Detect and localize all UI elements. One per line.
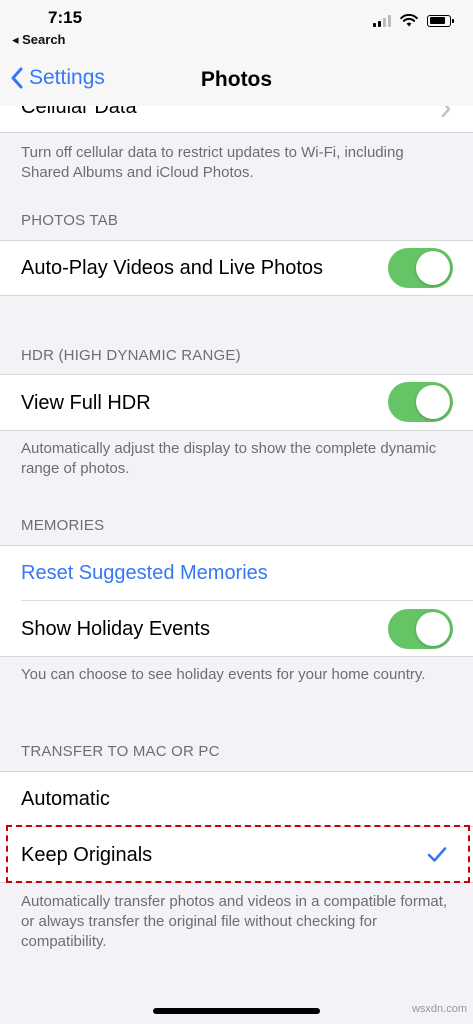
transfer-footer: Automatically transfer photos and videos… [21,893,448,950]
divider [0,430,473,431]
transfer-automatic-row[interactable]: Automatic [0,771,473,827]
watermark: wsxdn.com [411,1003,467,1015]
page-title: Photos [200,68,273,91]
status-icons [373,14,454,27]
view-full-hdr-label: View Full HDR [21,392,151,414]
signal-icon [373,14,391,27]
automatic-option-label: Automatic [21,788,110,810]
wifi-icon [400,14,418,27]
view-full-hdr-row: View Full HDR [0,374,473,431]
divider [0,132,473,133]
view-full-hdr-toggle[interactable] [388,382,453,422]
keep-originals-option-label: Keep Originals [21,844,153,866]
holiday-events-row: Show Holiday Events [0,601,473,657]
battery-level [429,17,445,24]
divider [0,882,473,883]
divider [0,656,473,657]
cellular-data-row[interactable]: Cellular Data [0,106,473,133]
section-header-hdr: HDR (HIGH DYNAMIC RANGE) [21,347,241,364]
home-indicator [153,1008,320,1014]
checkmark-icon [427,847,447,862]
divider [0,374,473,375]
divider [0,240,473,241]
transfer-keep-originals-row[interactable]: Keep Originals [0,827,473,883]
autoplay-row: Auto-Play Videos and Live Photos [0,240,473,296]
reset-memories-row[interactable]: Reset Suggested Memories [0,545,473,601]
memories-footer: You can choose to see holiday events for… [21,666,426,683]
navigation-bar: Settings Photos [0,56,473,106]
reset-suggested-memories-button[interactable]: Reset Suggested Memories [21,562,268,585]
autoplay-label: Auto-Play Videos and Live Photos [21,257,324,279]
hdr-footer: Automatically adjust the display to show… [21,440,437,477]
holiday-events-toggle[interactable] [388,609,453,649]
holiday-events-label: Show Holiday Events [21,618,210,640]
section-header-memories: MEMORIES [21,517,105,534]
status-time: 7:15 [48,8,83,27]
back-to-app-link[interactable]: ◂ Search [12,32,66,48]
cellular-data-label: Cellular Data [21,106,137,118]
chevron-right-icon [441,106,451,118]
divider [0,545,473,546]
section-header-transfer: TRANSFER TO MAC OR PC [21,743,220,760]
battery-icon [427,14,454,27]
divider [0,771,473,772]
section-header-photos-tab: PHOTOS TAB [21,212,119,229]
cellular-footer: Turn off cellular data to restrict updat… [21,144,404,181]
status-bar: 7:15 ◂ Search [0,0,473,56]
divider [0,295,473,296]
autoplay-toggle[interactable] [388,248,453,288]
